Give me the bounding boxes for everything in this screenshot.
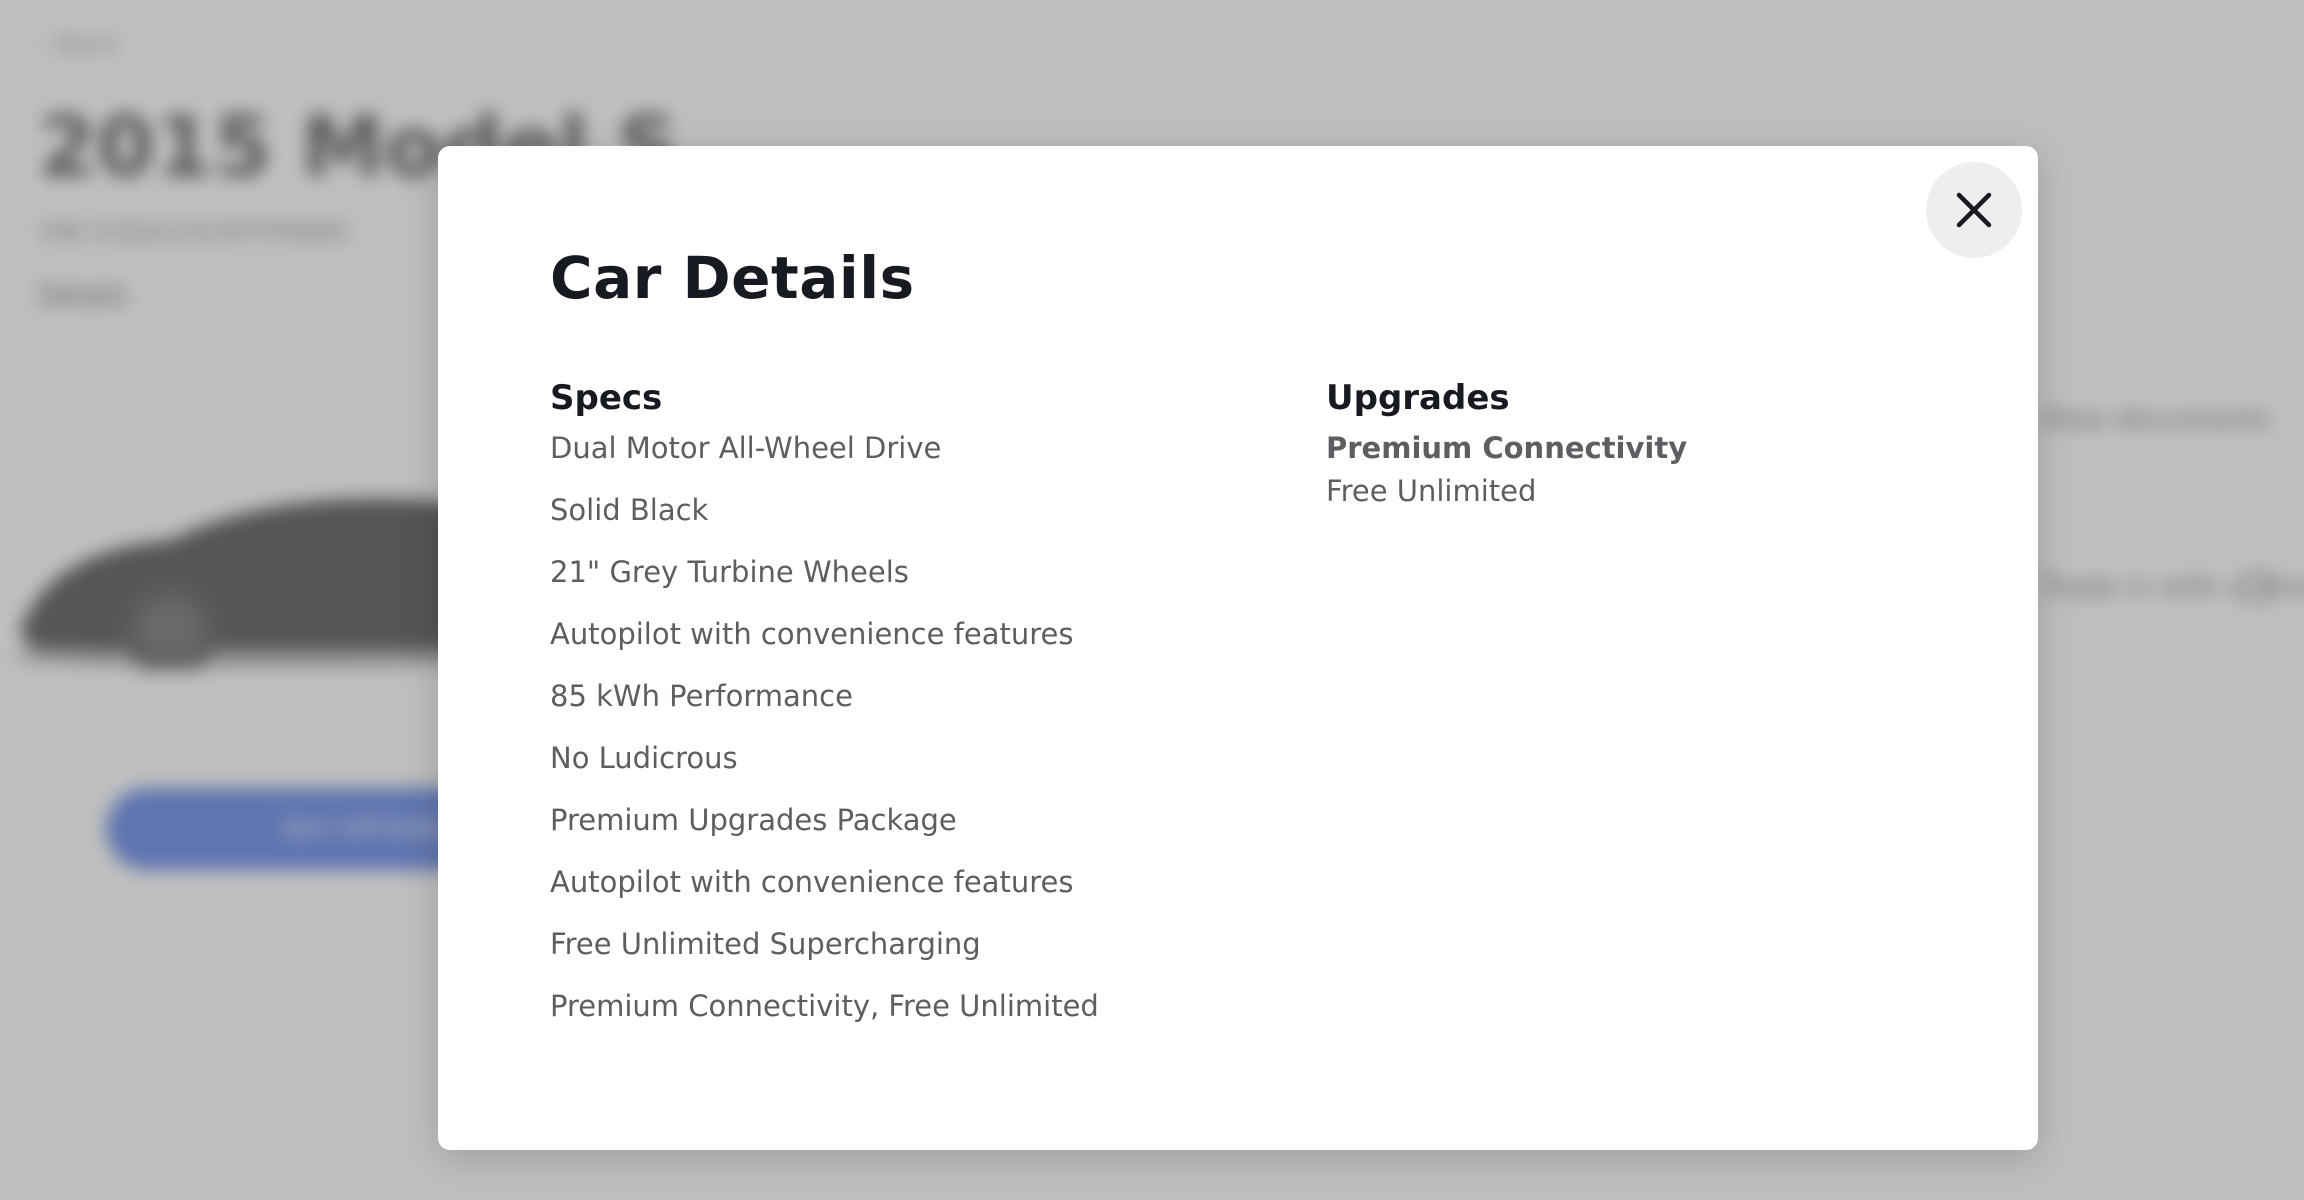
- close-button[interactable]: [1926, 162, 2022, 258]
- upgrades-section: Upgrades Premium Connectivity Free Unlim…: [1326, 376, 1966, 512]
- spec-item: Solid Black: [550, 493, 709, 527]
- spec-item: 21" Grey Turbine Wheels: [550, 555, 909, 589]
- close-icon: [1956, 192, 1992, 228]
- spec-item: Autopilot with convenience features: [550, 617, 1074, 651]
- specs-heading: Specs: [550, 378, 663, 418]
- spec-item: Autopilot with convenience features: [550, 865, 1074, 899]
- page: ‹ Back 2015 Model S VIN 5YJSA1H2XFFP0000…: [0, 0, 2304, 1200]
- upgrade-name: Premium Connectivity: [1326, 431, 1688, 465]
- upgrade-value: Free Unlimited: [1326, 474, 1537, 508]
- specs-section: Specs Dual Motor All-Wheel Drive Solid B…: [550, 376, 1250, 1046]
- modal-title: Car Details: [550, 244, 915, 312]
- specs-list: Dual Motor All-Wheel Drive Solid Black 2…: [550, 426, 1250, 1046]
- car-details-modal: Car Details Specs Dual Motor All-Wheel D…: [438, 146, 2038, 1150]
- spec-item: Premium Upgrades Package: [550, 803, 957, 837]
- spec-item: 85 kWh Performance: [550, 679, 853, 713]
- spec-item: No Ludicrous: [550, 741, 738, 775]
- upgrades-heading: Upgrades: [1326, 378, 1510, 418]
- spec-item: Premium Connectivity, Free Unlimited: [550, 989, 1099, 1023]
- spec-item: Free Unlimited Supercharging: [550, 927, 981, 961]
- spec-item: Dual Motor All-Wheel Drive: [550, 431, 942, 465]
